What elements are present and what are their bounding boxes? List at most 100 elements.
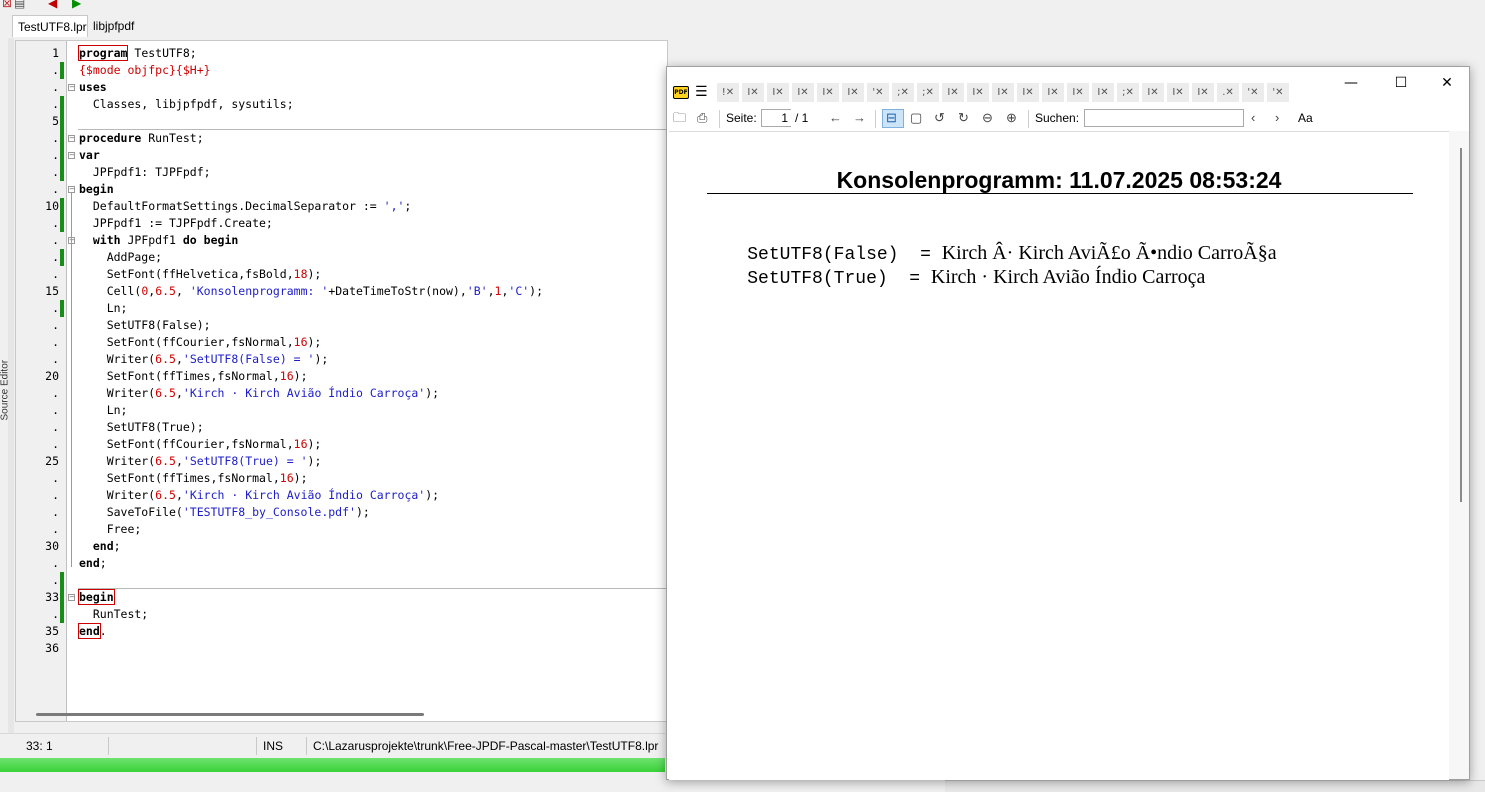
zoom-in-icon[interactable]: ⊕: [1006, 109, 1017, 127]
code-line[interactable]: SetUTF8(False);: [79, 317, 211, 334]
code-line[interactable]: DefaultFormatSettings.DecimalSeparator :…: [79, 198, 412, 215]
minimize-button[interactable]: —: [1331, 73, 1371, 93]
vertical-scrollbar-thumb[interactable]: [1460, 148, 1462, 502]
viewer-tab[interactable]: .✕: [1217, 83, 1239, 102]
horizontal-scrollbar[interactable]: [36, 713, 424, 716]
maximize-button[interactable]: ☐: [1381, 73, 1421, 93]
code-line[interactable]: Writer(6.5,'Kirch · Kirch Avião Índio Ca…: [79, 487, 439, 504]
code-line[interactable]: SetFont(ffTimes,fsNormal,16);: [79, 470, 308, 487]
fold-toggle-icon[interactable]: −: [68, 152, 75, 159]
tab-testutf8[interactable]: TestUTF8.lpr: [12, 15, 88, 37]
toolbar-document-icon[interactable]: ▤: [14, 0, 25, 9]
code-line[interactable]: end;: [79, 538, 121, 555]
code-line[interactable]: JPFpdf1: TJPFpdf;: [79, 164, 211, 181]
search-next-icon[interactable]: ›: [1275, 109, 1279, 127]
modified-line-marker: [60, 164, 64, 181]
fold-toggle-icon[interactable]: −: [68, 594, 75, 601]
heading-underline: [707, 193, 1413, 194]
code-line[interactable]: SetFont(ffTimes,fsNormal,16);: [79, 368, 308, 385]
viewer-tab[interactable]: !✕: [717, 83, 739, 102]
rotate-right-icon[interactable]: ↻: [958, 109, 969, 127]
source-editor-side-label[interactable]: Source Editor: [0, 330, 8, 420]
code-line[interactable]: Writer(6.5,'SetUTF8(False) = ');: [79, 351, 329, 368]
line-number: .: [52, 216, 59, 230]
viewer-tab[interactable]: I✕: [1167, 83, 1189, 102]
code-line[interactable]: end.: [78, 623, 107, 640]
viewer-tab[interactable]: I✕: [1017, 83, 1039, 102]
code-line[interactable]: SetFont(ffCourier,fsNormal,16);: [79, 436, 322, 453]
code-line[interactable]: end;: [79, 555, 107, 572]
toolbar-red-icon[interactable]: ⊠: [2, 0, 12, 9]
previous-page-icon[interactable]: ←: [829, 109, 842, 127]
viewer-tab[interactable]: I✕: [817, 83, 839, 102]
viewer-tab[interactable]: '✕: [867, 83, 889, 102]
code-line[interactable]: AddPage;: [79, 249, 162, 266]
code-line[interactable]: Writer(6.5,'Kirch · Kirch Avião Índio Ca…: [79, 385, 439, 402]
code-line[interactable]: SetFont(ffCourier,fsNormal,16);: [79, 334, 322, 351]
tab-libjpfpdf[interactable]: libjpfpdf: [88, 15, 144, 37]
line-number: .: [52, 522, 59, 536]
code-line[interactable]: with JPFpdf1 do begin: [79, 232, 238, 249]
code-line[interactable]: Classes, libjpfpdf, sysutils;: [79, 96, 294, 113]
menu-icon[interactable]: ☰: [695, 85, 709, 99]
source-editor[interactable]: 1... 5.... 10.... 15.... 20.... 25.... 30.. 33.…: [15, 40, 668, 722]
fold-toggle-icon[interactable]: −: [68, 186, 75, 193]
line-number: .: [52, 250, 59, 264]
line-number: .: [52, 80, 59, 94]
search-previous-icon[interactable]: ‹: [1251, 109, 1255, 127]
next-page-icon[interactable]: →: [853, 109, 866, 127]
viewer-tab[interactable]: '✕: [1267, 83, 1289, 102]
viewer-tab[interactable]: ;✕: [917, 83, 939, 102]
code-line[interactable]: {$mode objfpc}{$H+}: [79, 62, 211, 79]
search-input[interactable]: [1084, 109, 1244, 127]
code-line[interactable]: program TestUTF8;: [77, 45, 197, 62]
viewer-tab[interactable]: I✕: [992, 83, 1014, 102]
code-line[interactable]: Ln;: [79, 300, 128, 317]
match-case-toggle[interactable]: Aa: [1298, 111, 1313, 125]
viewer-tab[interactable]: I✕: [742, 83, 764, 102]
fold-toggle-icon[interactable]: −: [68, 84, 75, 91]
viewer-tab[interactable]: I✕: [1092, 83, 1114, 102]
line-number: 33: [45, 590, 59, 604]
code-line[interactable]: JPFpdf1 := TJPFpdf.Create;: [79, 215, 273, 232]
page-number-input[interactable]: 1: [761, 109, 791, 127]
code-line[interactable]: uses: [79, 79, 107, 96]
code-line[interactable]: Writer(6.5,'SetUTF8(True) = ');: [79, 453, 322, 470]
open-folder-icon[interactable]: 🗀: [673, 109, 686, 127]
viewer-tab[interactable]: I✕: [792, 83, 814, 102]
viewer-tab[interactable]: I✕: [767, 83, 789, 102]
back-arrow-icon[interactable]: ◀: [48, 0, 57, 9]
fit-page-icon[interactable]: ▢: [910, 109, 922, 127]
viewer-tab[interactable]: I✕: [942, 83, 964, 102]
code-line[interactable]: Free;: [79, 521, 142, 538]
code-line[interactable]: begin: [78, 589, 115, 606]
code-line[interactable]: var: [79, 147, 100, 164]
code-line[interactable]: begin: [79, 181, 114, 198]
viewer-tab[interactable]: I✕: [967, 83, 989, 102]
viewer-tab[interactable]: I✕: [1042, 83, 1064, 102]
code-line[interactable]: SetFont(ffHelvetica,fsBold,18);: [79, 266, 322, 283]
code-line[interactable]: procedure RunTest;: [79, 130, 204, 147]
rotate-left-icon[interactable]: ↺: [934, 109, 945, 127]
forward-arrow-icon[interactable]: ▶: [72, 0, 81, 9]
viewer-tab[interactable]: I✕: [1067, 83, 1089, 102]
line-number: .: [52, 437, 59, 451]
vertical-scrollbar[interactable]: [1449, 131, 1469, 779]
viewer-tab[interactable]: '✕: [1242, 83, 1264, 102]
viewer-tab[interactable]: I✕: [1192, 83, 1214, 102]
code-line[interactable]: SaveToFile('TESTUTF8_by_Console.pdf');: [79, 504, 370, 521]
zoom-out-icon[interactable]: ⊖: [982, 109, 993, 127]
code-line[interactable]: SetUTF8(True);: [79, 419, 204, 436]
pdf-page[interactable]: Konsolenprogramm: 11.07.2025 08:53:24 Se…: [669, 131, 1449, 780]
code-line[interactable]: Cell(0,6.5, 'Konsolenprogramm: '+DateTim…: [79, 283, 543, 300]
code-line[interactable]: Ln;: [79, 402, 128, 419]
viewer-tab[interactable]: ;✕: [892, 83, 914, 102]
code-line[interactable]: RunTest;: [79, 606, 148, 623]
viewer-tab[interactable]: I✕: [1142, 83, 1164, 102]
viewer-tab[interactable]: ;✕: [1117, 83, 1139, 102]
line-number: .: [52, 352, 59, 366]
viewer-tab[interactable]: I✕: [842, 83, 864, 102]
print-icon[interactable]: ⎙: [697, 109, 707, 127]
fold-toggle-icon[interactable]: −: [68, 135, 75, 142]
close-button[interactable]: ✕: [1427, 73, 1467, 93]
